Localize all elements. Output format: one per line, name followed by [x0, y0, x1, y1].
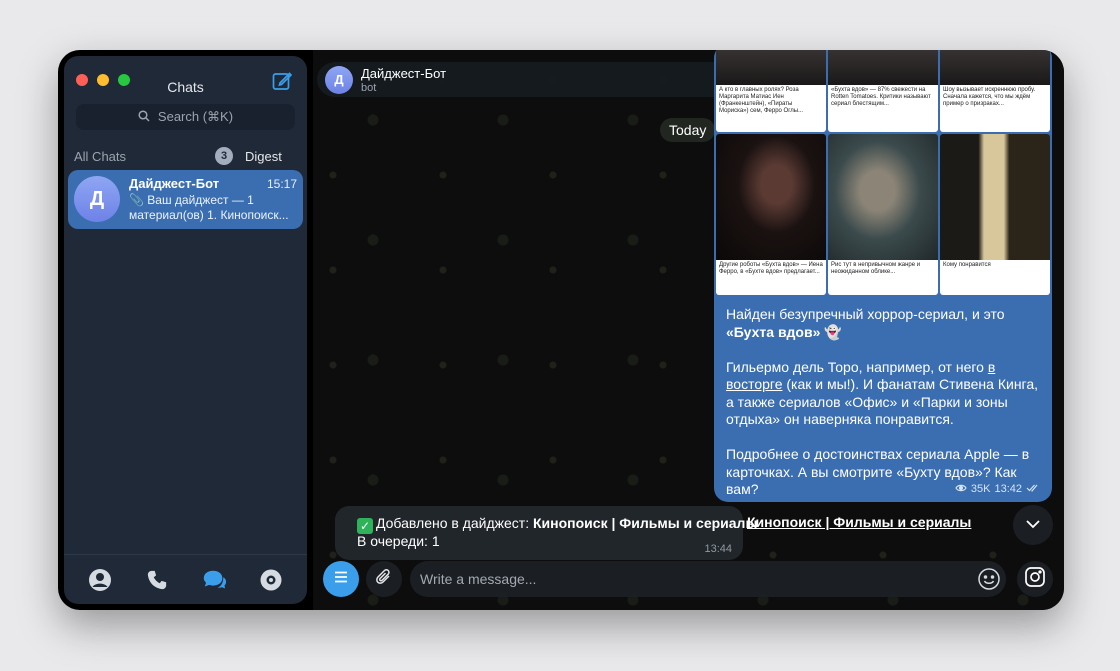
- album-photo[interactable]: Шоу вызывает искреннюю пробу. Сначала ка…: [940, 50, 1050, 132]
- photo-caption: Кому понравится: [940, 259, 1050, 295]
- date-separator: Today: [660, 118, 716, 142]
- person-icon[interactable]: [87, 567, 113, 593]
- settings-icon[interactable]: [258, 567, 284, 593]
- app-window: Chats Search (⌘K) All Chats 3 Digest Д Д…: [58, 50, 1064, 610]
- chat-title: Дайджест-Бот: [361, 65, 447, 81]
- photo-caption: Шоу вызывает искреннюю пробу. Сначала ка…: [940, 84, 1050, 132]
- album-photo[interactable]: Другие роботы «Бухта вдов» — Иена Ферро,…: [716, 134, 826, 295]
- double-check-icon: [1026, 483, 1040, 495]
- message-paragraph: Найден безупречный хоррор-сериал, и это …: [726, 306, 1005, 340]
- bottom-nav: [64, 554, 307, 604]
- photo-caption: Рис тут в непривычном жанре и неожиданно…: [828, 259, 938, 295]
- sidebar: Chats Search (⌘K) All Chats 3 Digest Д Д…: [64, 56, 307, 604]
- emoji-icon[interactable]: [977, 567, 1001, 591]
- chat-time: 15:17: [266, 177, 297, 191]
- photo-row-bottom: Другие роботы «Бухта вдов» — Иена Ферро,…: [716, 134, 1050, 295]
- chat-name: Дайджест-Бот: [129, 176, 220, 191]
- bot-message-line: ✓ Добавлено в дайджест: Кинопоиск | Фильм…: [357, 515, 757, 534]
- phone-icon[interactable]: [144, 567, 170, 593]
- message-bubble[interactable]: А кто в главных ролях? Роза Маргарита Ма…: [714, 50, 1052, 532]
- series-title: «Бухта вдов»: [726, 323, 821, 340]
- chats-icon[interactable]: [201, 567, 227, 593]
- queue-status: В очереди: 1: [357, 533, 440, 549]
- album-photo[interactable]: «Бухта вдов» — 87% свежести на Rotten To…: [828, 50, 938, 132]
- album-photo[interactable]: А кто в главных ролях? Роза Маргарита Ма…: [716, 50, 826, 132]
- search-input[interactable]: Search (⌘K): [76, 104, 295, 130]
- eye-icon: [955, 483, 967, 495]
- photo-caption: «Бухта вдов» — 87% свежести на Rotten To…: [828, 84, 938, 132]
- chat-area: Д Дайджест-Бот bot Today А кто в главных…: [313, 50, 1064, 610]
- tab-all-chats[interactable]: All Chats: [74, 149, 126, 164]
- tab-digest[interactable]: Digest: [245, 149, 282, 164]
- camera-button[interactable]: [1017, 561, 1053, 597]
- photo-caption: Другие роботы «Бухта вдов» — Иена Ферро,…: [716, 259, 826, 295]
- album-photo[interactable]: Кому понравится: [940, 134, 1050, 295]
- message-composer: [410, 561, 1006, 597]
- scroll-down-button[interactable]: [1013, 505, 1053, 545]
- bot-message-bubble[interactable]: ✓ Добавлено в дайджест: Кинопоиск | Фильм…: [335, 506, 757, 560]
- check-mark-icon: ✓: [357, 518, 373, 534]
- attach-button[interactable]: [366, 561, 402, 597]
- unread-count-badge: 3: [215, 147, 233, 165]
- chat-status: bot: [361, 81, 377, 94]
- message-time: 13:44: [704, 543, 732, 555]
- photo-row-top: А кто в главных ролях? Роза Маргарита Ма…: [716, 50, 1050, 132]
- camera-icon: [1024, 566, 1046, 593]
- bot-message-source: Кинопоиск | Фильмы и сериалы: [533, 515, 758, 531]
- album-photo[interactable]: Рис тут в непривычном жанре и неожиданно…: [828, 134, 938, 295]
- source-name: Кинопоиск | Фильмы и сериалы: [747, 514, 972, 530]
- photo-caption: А кто в главных ролях? Роза Маргарита Ма…: [716, 84, 826, 132]
- chat-avatar[interactable]: Д: [325, 65, 353, 94]
- folder-tabs: All Chats 3 Digest: [64, 140, 307, 173]
- view-count: 35K: [970, 483, 991, 495]
- message-paragraph: Гильермо дель Торо, например, от него в …: [726, 359, 1044, 429]
- paperclip-icon: [375, 568, 393, 591]
- bot-menu-button[interactable]: [323, 561, 359, 597]
- message-text: Найден безупречный хоррор-сериал, и это …: [726, 306, 1044, 532]
- message-text-span: Гильермо дель Торо, например, от него: [726, 358, 988, 375]
- chevron-down-icon: [1025, 516, 1041, 534]
- compose-icon[interactable]: [271, 70, 293, 92]
- bot-message-prefix: Добавлено в дайджест:: [376, 515, 534, 531]
- message-time: 13:42: [994, 483, 1022, 495]
- search-icon: [138, 109, 150, 125]
- chat-list-item[interactable]: Д Дайджест-Бот 15:17 📎 Ваш дайджест — 1 …: [68, 170, 303, 229]
- source-link[interactable]: К Кинопоиск | Фильмы и сериалы: [726, 514, 1044, 532]
- message-input[interactable]: [420, 561, 960, 597]
- chat-preview: 📎 Ваш дайджест — 1 материал(ов) 1. Киноп…: [129, 193, 289, 222]
- search-placeholder: Search (⌘K): [157, 109, 234, 124]
- message-meta: 35K 13:42: [955, 483, 1040, 495]
- avatar: Д: [74, 176, 120, 222]
- menu-icon: [333, 570, 349, 588]
